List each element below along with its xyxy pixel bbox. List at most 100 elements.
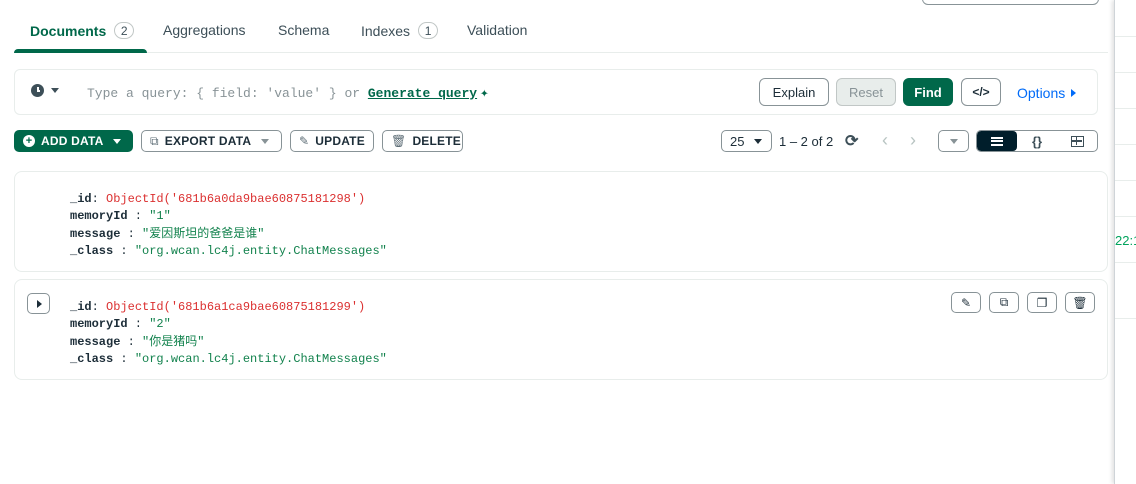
export-data-label: EXPORT DATA [164, 134, 252, 148]
table-icon [1070, 135, 1084, 147]
clock-icon [31, 84, 44, 97]
edit-document-button[interactable]: ✎ [951, 292, 981, 313]
field-value: ObjectId('681b6a1ca9bae60875181299') [106, 300, 366, 314]
tab-schema-label: Schema [278, 22, 330, 38]
page-size-select[interactable]: 25 [721, 130, 772, 152]
options-toggle[interactable]: Options [1017, 85, 1077, 101]
tab-documents-label: Documents [30, 22, 107, 39]
find-button[interactable]: Find [903, 78, 953, 106]
document-card[interactable]: _id: ObjectId('681b6a0da9bae60875181298'… [14, 171, 1108, 272]
collection-tabs: Documents 2 Aggregations Schema Indexes … [14, 0, 1108, 53]
code-icon: </> [972, 85, 990, 99]
field-value: "你是猪吗" [142, 334, 205, 349]
list-view-button[interactable] [977, 131, 1017, 151]
tab-validation[interactable]: Validation [467, 22, 527, 38]
tab-schema[interactable]: Schema [278, 22, 329, 38]
export-icon: ⧉ [150, 133, 159, 148]
expand-document-button[interactable] [27, 293, 50, 314]
tab-indexes[interactable]: Indexes 1 [361, 22, 439, 39]
delete-label: DELETE [412, 134, 461, 148]
field-row: _id: ObjectId('681b6a1ca9bae60875181299'… [70, 300, 366, 314]
tab-indexes-count: 1 [418, 22, 439, 39]
page-size-value: 25 [730, 133, 745, 149]
delete-button[interactable]: 🗑 DELETE [382, 130, 463, 152]
field-value: "1" [149, 209, 171, 224]
tab-indexes-label: Indexes [361, 22, 411, 39]
list-icon [991, 136, 1003, 146]
document-fields: _id: ObjectId('681b6a1ca9bae60875181299'… [70, 299, 387, 368]
generate-query-link[interactable]: Generate query [368, 86, 477, 101]
refresh-icon[interactable]: ⟳ [845, 131, 858, 151]
pencil-icon: ✎ [960, 295, 972, 310]
view-switcher: {} [976, 130, 1098, 152]
divider [1115, 262, 1136, 263]
field-row: _class : "org.wcan.lc4j.entity.ChatMessa… [70, 243, 387, 258]
divider [1115, 36, 1136, 37]
trash-icon: 🗑 [1072, 295, 1088, 310]
timestamp-fragment: 22:1 [1115, 233, 1136, 248]
update-label: UPDATE [315, 134, 365, 148]
add-data-button[interactable]: + ADD DATA [14, 130, 133, 152]
active-tab-indicator [14, 49, 147, 53]
code-view-button[interactable]: </> [961, 78, 1001, 106]
reset-button[interactable]: Reset [836, 78, 896, 106]
tab-documents-count: 2 [114, 22, 135, 39]
prev-page-icon[interactable]: ‹ [882, 130, 888, 150]
delete-document-button[interactable]: 🗑 [1065, 292, 1095, 313]
field-row: _class : "org.wcan.lc4j.entity.ChatMessa… [70, 351, 387, 366]
query-placeholder: Type a query: { field: 'value' } or [87, 86, 361, 101]
chevron-down-icon [949, 138, 958, 144]
document-actions: ✎ ⧉ ❐ 🗑 [951, 292, 1095, 313]
field-key: memoryId [70, 317, 128, 332]
plus-icon: + [23, 135, 35, 147]
copy-icon: ⧉ [999, 295, 1009, 309]
pencil-icon: ✎ [299, 134, 310, 148]
field-row: memoryId : "1" [70, 209, 171, 224]
document-fields: _id: ObjectId('681b6a0da9bae60875181298'… [70, 191, 387, 260]
field-key: message [70, 226, 121, 241]
json-view-button[interactable]: {} [1017, 131, 1057, 151]
tab-aggregations-label: Aggregations [163, 22, 246, 38]
chevron-down-icon [113, 138, 122, 144]
explain-button[interactable]: Explain [759, 78, 829, 106]
field-row: memoryId : "2" [70, 317, 171, 332]
field-key: _id [70, 192, 92, 206]
field-key: message [70, 334, 121, 349]
field-value: "爱因斯坦的爸爸是谁" [142, 226, 265, 241]
query-history-button[interactable] [31, 84, 59, 97]
tab-aggregations[interactable]: Aggregations [163, 22, 246, 38]
chevron-down-icon [261, 138, 270, 144]
field-value: ObjectId('681b6a0da9bae60875181298') [106, 192, 366, 206]
table-view-button[interactable] [1057, 131, 1097, 151]
next-page-icon[interactable]: › [910, 130, 916, 150]
main-panel: Documents 2 Aggregations Schema Indexes … [0, 0, 1114, 484]
clone-icon: ❐ [1036, 295, 1048, 310]
field-key: _id [70, 300, 92, 314]
chevron-down-icon [754, 138, 763, 144]
caret-right-icon [1071, 89, 1077, 97]
field-key: memoryId [70, 209, 128, 224]
field-row: _id: ObjectId('681b6a0da9bae60875181298'… [70, 192, 366, 206]
tab-documents[interactable]: Documents 2 [30, 22, 135, 39]
divider [1115, 318, 1136, 319]
copy-document-button[interactable]: ⧉ [989, 292, 1019, 313]
field-key: _class [70, 243, 114, 258]
document-card[interactable]: _id: ObjectId('681b6a1ca9bae60875181299'… [14, 279, 1108, 380]
field-key: _class [70, 351, 114, 366]
pagination-range: 1 – 2 of 2 [779, 134, 834, 149]
field-row: message : "爱因斯坦的爸爸是谁" [70, 226, 265, 241]
clone-document-button[interactable]: ❐ [1027, 292, 1057, 313]
query-bar: Type a query: { field: 'value' } or Gene… [14, 69, 1098, 115]
export-data-button[interactable]: ⧉ EXPORT DATA [141, 130, 282, 152]
trash-icon: 🗑 [391, 134, 407, 148]
query-input[interactable]: Type a query: { field: 'value' } or Gene… [87, 85, 489, 102]
field-value: "org.wcan.lc4j.entity.ChatMessages" [134, 243, 387, 258]
chevron-down-icon [51, 88, 59, 93]
view-options-dropdown[interactable] [938, 130, 969, 152]
divider [1115, 216, 1136, 217]
side-panel-edge: 22:1 [1114, 0, 1136, 484]
braces-icon: {} [1031, 133, 1043, 149]
update-button[interactable]: ✎ UPDATE [290, 130, 374, 152]
field-value: "2" [149, 317, 171, 332]
divider [1115, 144, 1136, 145]
